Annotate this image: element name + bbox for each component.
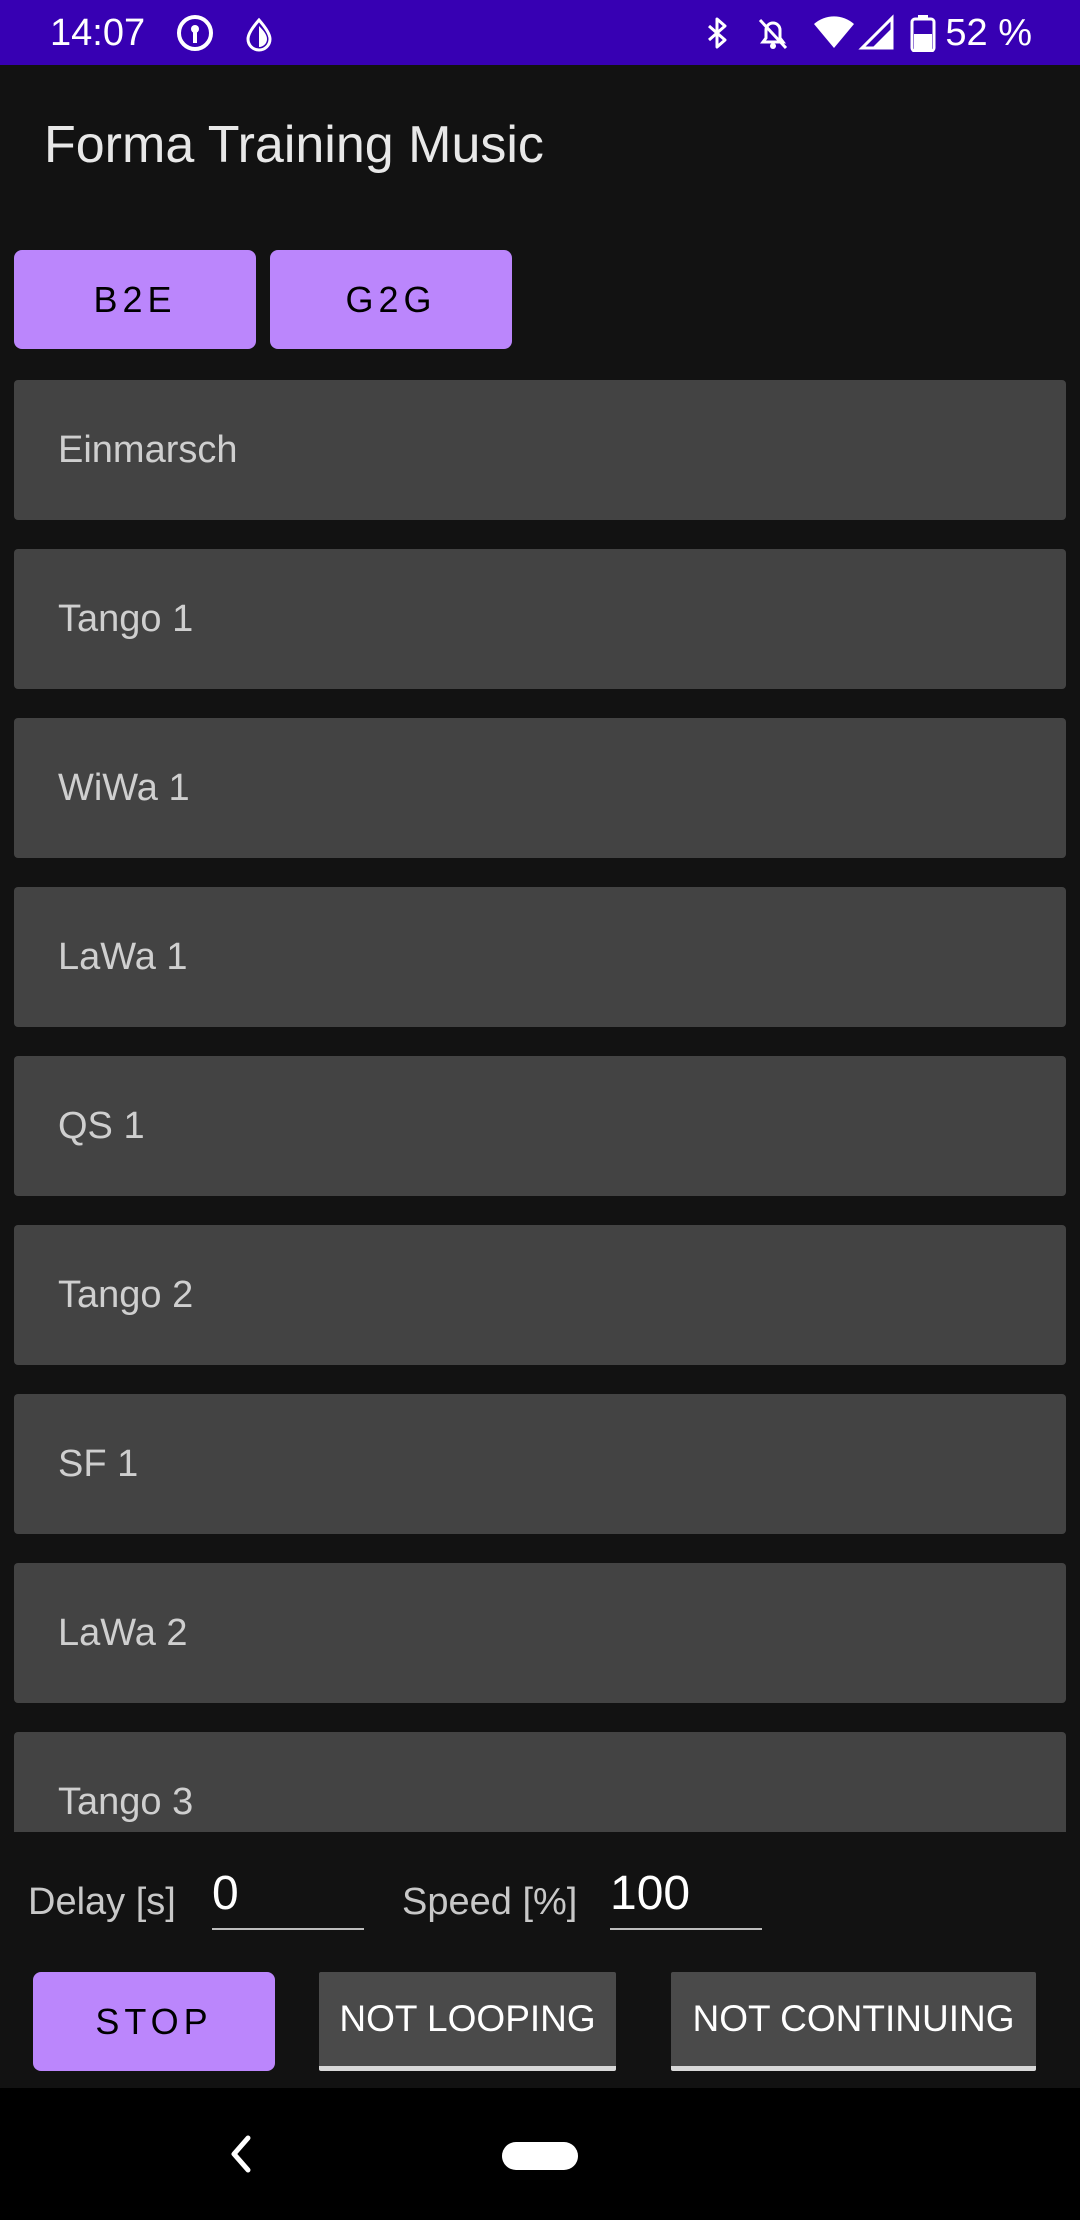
cell-signal-icon bbox=[858, 14, 896, 52]
g2g-button[interactable]: G2G bbox=[270, 250, 512, 349]
notifications-off-icon bbox=[754, 14, 792, 52]
track-item-tango-2[interactable]: Tango 2 bbox=[14, 1225, 1066, 1365]
stop-button[interactable]: STOP bbox=[33, 1972, 275, 2071]
track-item-einmarsch[interactable]: Einmarsch bbox=[14, 380, 1066, 520]
looping-toggle-button[interactable]: NOT LOOPING bbox=[319, 1972, 616, 2071]
delay-label: Delay [s] bbox=[28, 1881, 176, 1923]
wifi-icon bbox=[812, 14, 856, 52]
track-item-qs-1[interactable]: QS 1 bbox=[14, 1056, 1066, 1196]
back-icon[interactable] bbox=[222, 2128, 258, 2180]
track-item-wiwa-1[interactable]: WiWa 1 bbox=[14, 718, 1066, 858]
battery-icon bbox=[910, 14, 936, 53]
vpn-key-icon bbox=[176, 14, 214, 52]
app-title: Forma Training Music bbox=[44, 116, 544, 174]
status-bar: 14:07 52 % bbox=[0, 0, 1080, 65]
home-pill-icon[interactable] bbox=[502, 2142, 578, 2170]
battery-percentage: 52 % bbox=[945, 12, 1032, 54]
speed-label: Speed [%] bbox=[402, 1881, 578, 1923]
speed-input[interactable]: 100 bbox=[610, 1858, 762, 1930]
bluetooth-icon bbox=[698, 14, 736, 52]
status-time: 14:07 bbox=[50, 12, 146, 54]
track-item-sf-1[interactable]: SF 1 bbox=[14, 1394, 1066, 1534]
navigation-bar bbox=[0, 2088, 1080, 2220]
track-item-tango-3[interactable]: Tango 3 bbox=[14, 1732, 1066, 1832]
track-list[interactable]: Einmarsch Tango 1 WiWa 1 LaWa 1 QS 1 Tan… bbox=[14, 380, 1066, 1832]
track-item-tango-1[interactable]: Tango 1 bbox=[14, 549, 1066, 689]
track-item-lawa-1[interactable]: LaWa 1 bbox=[14, 887, 1066, 1027]
data-saver-icon bbox=[240, 14, 278, 52]
app-screen: 14:07 52 % Forma Training Music B2E G2G … bbox=[0, 0, 1080, 2220]
continuing-toggle-button[interactable]: NOT CONTINUING bbox=[671, 1972, 1036, 2071]
track-item-lawa-2[interactable]: LaWa 2 bbox=[14, 1563, 1066, 1703]
delay-input[interactable]: 0 bbox=[212, 1858, 364, 1930]
b2e-button[interactable]: B2E bbox=[14, 250, 256, 349]
